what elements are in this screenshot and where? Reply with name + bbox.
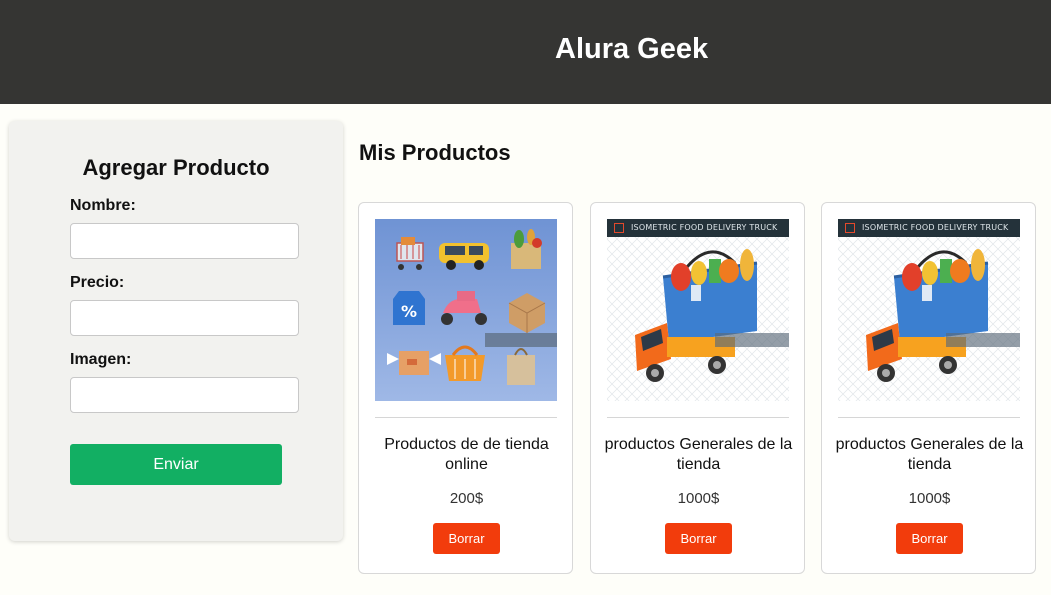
submit-button[interactable]: Enviar xyxy=(70,444,282,485)
food-delivery-truck-image: ISOMETRIC FOOD DELIVERY TRUCK xyxy=(838,219,1020,401)
product-price: 1000$ xyxy=(908,490,951,507)
card-divider xyxy=(838,417,1020,418)
products-title: Mis Productos xyxy=(359,140,511,165)
price-input[interactable] xyxy=(70,300,299,336)
card-divider xyxy=(607,417,789,418)
product-card: % Productos de de tienda online 200$ Bor… xyxy=(358,202,573,574)
banner-logo-icon xyxy=(614,223,624,233)
delete-button[interactable]: Borrar xyxy=(896,523,963,554)
site-title: Alura Geek xyxy=(555,33,709,65)
image-input[interactable] xyxy=(70,377,299,413)
name-input[interactable] xyxy=(70,223,299,259)
delete-button[interactable]: Borrar xyxy=(665,523,732,554)
product-name: productos Generales de la tienda xyxy=(835,436,1024,473)
image-label: Imagen: xyxy=(70,351,132,368)
price-label: Precio: xyxy=(70,274,125,291)
product-name: Productos de de tienda online xyxy=(384,436,549,473)
svg-text:%: % xyxy=(401,302,417,321)
banner-logo-icon xyxy=(845,223,855,233)
product-name: productos Generales de la tienda xyxy=(604,436,793,473)
delete-button[interactable]: Borrar xyxy=(433,523,500,554)
app-header: Alura Geek xyxy=(0,0,1051,104)
food-delivery-truck-image: ISOMETRIC FOOD DELIVERY TRUCK xyxy=(607,219,789,401)
image-banner: ISOMETRIC FOOD DELIVERY TRUCK xyxy=(607,219,789,237)
image-banner: ISOMETRIC FOOD DELIVERY TRUCK xyxy=(838,219,1020,237)
product-price: 1000$ xyxy=(677,490,720,507)
add-product-form: Agregar Producto Nombre: Precio: Imagen:… xyxy=(9,121,343,541)
online-shopping-icons-image: % xyxy=(375,219,557,401)
form-title: Agregar Producto xyxy=(82,155,270,180)
name-label: Nombre: xyxy=(70,197,136,214)
product-card: ISOMETRIC FOOD DELIVERY TRUCK productos … xyxy=(590,202,805,574)
card-divider xyxy=(375,417,557,418)
product-card: ISOMETRIC FOOD DELIVERY TRUCK productos … xyxy=(821,202,1036,574)
product-price: 200$ xyxy=(449,490,484,507)
